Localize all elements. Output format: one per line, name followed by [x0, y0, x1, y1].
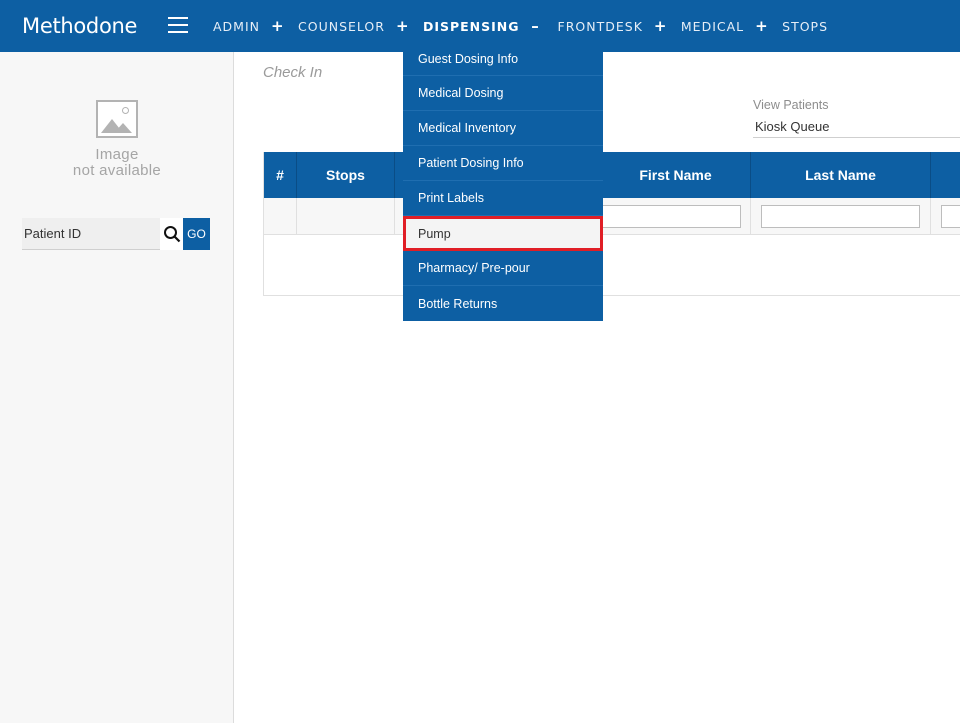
menu-item-pump[interactable]: Pump	[403, 216, 603, 251]
plus-icon[interactable]: +	[396, 17, 409, 35]
view-patients-label: View Patients	[753, 98, 829, 112]
minus-icon[interactable]: –	[531, 17, 541, 35]
avatar-unavailable-text: Image not available	[72, 146, 162, 179]
view-patients-select[interactable]: Kiosk Queue	[753, 116, 960, 138]
avatar: Image not available	[62, 100, 172, 179]
plus-icon[interactable]: +	[654, 17, 667, 35]
last-name-filter-input[interactable]	[761, 205, 920, 228]
patient-id-input[interactable]	[22, 218, 160, 250]
col-header-first-name[interactable]: First Name	[601, 152, 751, 198]
menu-item-bottle-returns[interactable]: Bottle Returns	[403, 286, 603, 321]
plus-icon[interactable]: +	[271, 17, 284, 35]
app-logo[interactable]: Methodone	[22, 12, 137, 40]
patient-id-search: GO	[22, 218, 210, 250]
plus-icon[interactable]: +	[755, 17, 768, 35]
page-title: Check In	[263, 64, 323, 81]
col-header-number[interactable]: #	[264, 152, 297, 198]
col-header-last-name[interactable]: Last Name	[751, 152, 931, 198]
nav-item-frontdesk[interactable]: FRONTDESK +	[558, 17, 667, 35]
image-placeholder-icon	[96, 100, 138, 138]
nav-item-dispensing[interactable]: DISPENSING –	[423, 17, 541, 35]
hamburger-icon[interactable]	[168, 17, 188, 33]
filter-cell	[751, 198, 931, 235]
filter-cell	[931, 198, 960, 235]
go-button[interactable]: GO	[183, 218, 210, 250]
filter-row	[264, 198, 960, 235]
sidebar: Image not available GO	[0, 52, 234, 723]
col-header-next[interactable]	[931, 152, 960, 198]
menu-item-print-labels[interactable]: Print Labels	[403, 181, 603, 216]
menu-item-patient-dosing-info[interactable]: Patient Dosing Info	[403, 146, 603, 181]
nav-item-admin[interactable]: ADMIN +	[213, 17, 284, 35]
menu-item-guest-dosing-info[interactable]: Guest Dosing Info	[403, 42, 603, 76]
filter-cell	[297, 198, 395, 235]
dispensing-dropdown-menu: Guest Dosing Info Medical Dosing Medical…	[403, 42, 603, 321]
search-icon[interactable]	[160, 218, 183, 250]
col-header-stops[interactable]: Stops	[297, 152, 395, 198]
nav-item-medical[interactable]: MEDICAL +	[681, 17, 768, 35]
filter-cell	[264, 198, 297, 235]
filter-cell	[601, 198, 751, 235]
nav-item-counselor[interactable]: COUNSELOR +	[298, 17, 409, 35]
logo-text: Methodone	[22, 14, 138, 38]
next-filter-input[interactable]	[941, 205, 960, 228]
patients-table: # Stops First Name Last Name	[263, 152, 960, 296]
menu-item-pharmacy-pre-pour[interactable]: Pharmacy/ Pre-pour	[403, 251, 603, 286]
menu-item-medical-dosing[interactable]: Medical Dosing	[403, 76, 603, 111]
table-header: # Stops First Name Last Name	[264, 152, 960, 198]
menu-item-medical-inventory[interactable]: Medical Inventory	[403, 111, 603, 146]
nav-item-stops[interactable]: STOPS	[782, 19, 828, 34]
first-name-filter-input[interactable]	[601, 205, 741, 228]
